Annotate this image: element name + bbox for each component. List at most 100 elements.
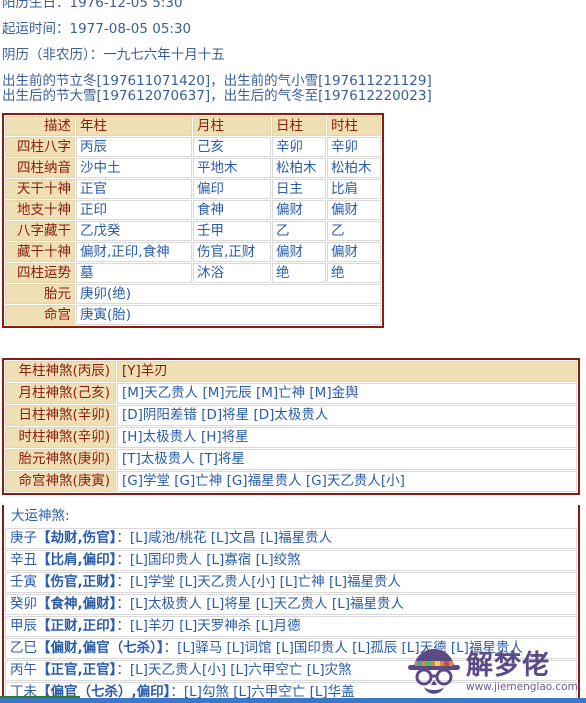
- dayun-row: 癸卯【食神,偏财】：[L]太极贵人 [L]将星 [L]天乙贵人 [L]福星贵人: [5, 594, 577, 615]
- dayun-title: 大运神煞:: [5, 506, 577, 527]
- cell-hour: 绝: [327, 263, 381, 283]
- cell-year: 沙中土: [76, 158, 192, 178]
- dayun-row: 壬寅【伤官,正财】：[L]学堂 [L]天乙贵人[小] [L]亡神 [L]福星贵人: [5, 572, 577, 593]
- cell-month: 沐浴: [193, 263, 271, 283]
- dayun-pillar: 庚子: [10, 530, 37, 546]
- shensha-value: [H]太极贵人 [H]将星: [117, 427, 577, 448]
- dayun-gods: 【偏财,偏官（七杀）】: [37, 640, 164, 656]
- shensha-row-day: 日柱神煞(辛卯) [D]阴阳差错 [D]将星 [D]太极贵人: [5, 405, 577, 426]
- cell-month: 伤官,正财: [193, 242, 271, 262]
- solar-birthday-line: 阳历生日：1976-12-05 5:30: [2, 0, 183, 11]
- shensha-row-month: 月柱神煞(己亥) [M]天乙贵人 [M]元辰 [M]亡神 [M]金舆: [5, 383, 577, 404]
- dayun-cell: 庚子【劫财,伤官】：[L]咸池/桃花 [L]文昌 [L]福星贵人: [5, 528, 577, 549]
- row-label: 命宫: [5, 305, 75, 325]
- row-label: 藏干十神: [5, 242, 75, 262]
- cell-day: 辛卯: [272, 137, 326, 157]
- cell-hour: 松柏木: [327, 158, 381, 178]
- cell-year: 乙戊癸: [76, 221, 192, 241]
- cell-month: 壬甲: [193, 221, 271, 241]
- table-row-taiyuan: 胎元 庚卯(绝): [5, 284, 381, 304]
- table-row: 地支十神 正印 食神 偏财 偏财: [5, 200, 381, 220]
- dayun-pillar: 丙午: [10, 662, 37, 678]
- shensha-table: 年柱神煞(丙辰) [Y]羊刃 月柱神煞(己亥) [M]天乙贵人 [M]元辰 [M…: [2, 358, 580, 495]
- cell-day: 乙: [272, 221, 326, 241]
- progress-indicator: [0, 696, 80, 698]
- cell-hour: 偏财: [327, 200, 381, 220]
- cell-year: 丙辰: [76, 137, 192, 157]
- shensha-label: 月柱神煞(己亥): [5, 383, 116, 404]
- cell-hour: 比肩: [327, 179, 381, 199]
- shensha-label: 时柱神煞(辛卯): [5, 427, 116, 448]
- shensha-row-year: 年柱神煞(丙辰) [Y]羊刃: [5, 361, 577, 382]
- row-label: 胎元: [5, 284, 75, 304]
- cell-month: 己亥: [193, 137, 271, 157]
- column-header-hour: 时柱: [327, 116, 381, 136]
- dayun-pillar: 甲辰: [10, 618, 37, 634]
- cell-hour: 偏财: [327, 242, 381, 262]
- cell-hour: 辛卯: [327, 137, 381, 157]
- dayun-row: 乙巳【偏财,偏官（七杀）】：[L]驿马 [L]词馆 [L]国印贵人 [L]孤辰 …: [5, 638, 577, 659]
- dayun-value: ：[L]驿马 [L]词馆 [L]国印贵人 [L]孤辰 [L]天德 [L]福星贵人: [163, 640, 523, 656]
- row-label: 天干十神: [5, 179, 75, 199]
- shensha-label: 日柱神煞(辛卯): [5, 405, 116, 426]
- pre-birth-terms-line: 出生前的节立冬[197611071420]，出生前的气小雪[1976112211…: [2, 73, 432, 89]
- table-row: 天干十神 正官 偏印 日主 比肩: [5, 179, 381, 199]
- cell-minggong-value: 庚寅(胎): [76, 305, 381, 325]
- table-row: 四柱八字 丙辰 己亥 辛卯 辛卯: [5, 137, 381, 157]
- cell-taiyuan-value: 庚卯(绝): [76, 284, 381, 304]
- dayun-cell: 乙巳【偏财,偏官（七杀）】：[L]驿马 [L]词馆 [L]国印贵人 [L]孤辰 …: [5, 638, 577, 659]
- row-label: 地支十神: [5, 200, 75, 220]
- shensha-label: 胎元神煞(庚卯): [5, 449, 116, 470]
- column-header-year: 年柱: [76, 116, 192, 136]
- table-row-minggong: 命宫 庚寅(胎): [5, 305, 381, 325]
- birth-info-block: 阳历生日：1976-12-05 5:30 起运时间：1977-08-05 05:…: [0, 0, 586, 104]
- dayun-row: 辛丑【比肩,偏印】：[L]国印贵人 [L]寡宿 [L]绞煞: [5, 550, 577, 571]
- cell-hour: 乙: [327, 221, 381, 241]
- dayun-cell: 辛丑【比肩,偏印】：[L]国印贵人 [L]寡宿 [L]绞煞: [5, 550, 577, 571]
- browser-bottom-strip: [0, 696, 586, 703]
- cell-month: 偏印: [193, 179, 271, 199]
- post-birth-terms-line: 出生后的节大雪[197612070637]，出生后的气冬至[1976122200…: [2, 88, 432, 104]
- dayun-value: ：[L]羊刃 [L]天罗神杀 [L]月德: [116, 618, 301, 634]
- dayun-value: ：[L]太极贵人 [L]将星 [L]天乙贵人 [L]福星贵人: [116, 596, 404, 612]
- dayun-row: 丙午【正官,正官】：[L]天乙贵人[小] [L]六甲空亡 [L]灾煞: [5, 660, 577, 681]
- start-luck-time-line: 起运时间：1977-08-05 05:30: [2, 21, 192, 37]
- row-label: 八字藏干: [5, 221, 75, 241]
- dayun-title-row: 大运神煞:: [5, 506, 577, 527]
- cell-month: 食神: [193, 200, 271, 220]
- shensha-row-hour: 时柱神煞(辛卯) [H]太极贵人 [H]将星: [5, 427, 577, 448]
- dayun-value: ：[L]学堂 [L]天乙贵人[小] [L]亡神 [L]福星贵人: [116, 574, 402, 590]
- dayun-value: ：[L]国印贵人 [L]寡宿 [L]绞煞: [116, 552, 301, 568]
- table-row: 藏干十神 偏财,正印,食神 伤官,正财 偏财 偏财: [5, 242, 381, 262]
- row-label: 四柱纳音: [5, 158, 75, 178]
- shensha-row-minggong: 命宫神煞(庚寅) [G]学堂 [G]亡神 [G]福星贵人 [G]天乙贵人[小]: [5, 471, 577, 492]
- dayun-gods: 【食神,偏财】: [37, 596, 117, 612]
- page-root: 阳历生日：1976-12-05 5:30 起运时间：1977-08-05 05:…: [0, 0, 586, 703]
- dayun-gods: 【比肩,偏印】: [37, 552, 117, 568]
- dayun-cell: 壬寅【伤官,正财】：[L]学堂 [L]天乙贵人[小] [L]亡神 [L]福星贵人: [5, 572, 577, 593]
- shensha-label: 命宫神煞(庚寅): [5, 471, 116, 492]
- dayun-value: ：[L]咸池/桃花 [L]文昌 [L]福星贵人: [116, 530, 333, 546]
- table-row: 八字藏干 乙戊癸 壬甲 乙 乙: [5, 221, 381, 241]
- cell-year: 正官: [76, 179, 192, 199]
- lunar-date-line: 阴历（非农历）：一九七六年十月十五: [2, 47, 225, 63]
- column-header-desc: 描述: [5, 116, 75, 136]
- cell-year: 偏财,正印,食神: [76, 242, 192, 262]
- column-header-day: 日柱: [272, 116, 326, 136]
- dayun-cell: 癸卯【食神,偏财】：[L]太极贵人 [L]将星 [L]天乙贵人 [L]福星贵人: [5, 594, 577, 615]
- cell-day: 绝: [272, 263, 326, 283]
- shensha-row-taiyuan: 胎元神煞(庚卯) [T]太极贵人 [T]将星: [5, 449, 577, 470]
- dayun-gods: 【正官,正官】: [37, 662, 117, 678]
- dayun-pillar: 乙巳: [10, 640, 37, 656]
- table-row: 四柱运势 墓 沐浴 绝 绝: [5, 263, 381, 283]
- dayun-pillar: 癸卯: [10, 596, 37, 612]
- shensha-value: [D]阴阳差错 [D]将星 [D]太极贵人: [117, 405, 577, 426]
- dayun-gods: 【劫财,伤官】: [37, 530, 117, 546]
- cell-day: 偏财: [272, 242, 326, 262]
- dayun-gods: 【正财,正印】: [37, 618, 117, 634]
- cell-day: 日主: [272, 179, 326, 199]
- table-row: 四柱纳音 沙中土 平地木 松柏木 松柏木: [5, 158, 381, 178]
- cell-month: 平地木: [193, 158, 271, 178]
- four-pillars-table: 描述 年柱 月柱 日柱 时柱 四柱八字 丙辰 己亥 辛卯 辛卯 四柱纳音 沙中土…: [2, 113, 384, 328]
- dayun-cell: 甲辰【正财,正印】：[L]羊刃 [L]天罗神杀 [L]月德: [5, 616, 577, 637]
